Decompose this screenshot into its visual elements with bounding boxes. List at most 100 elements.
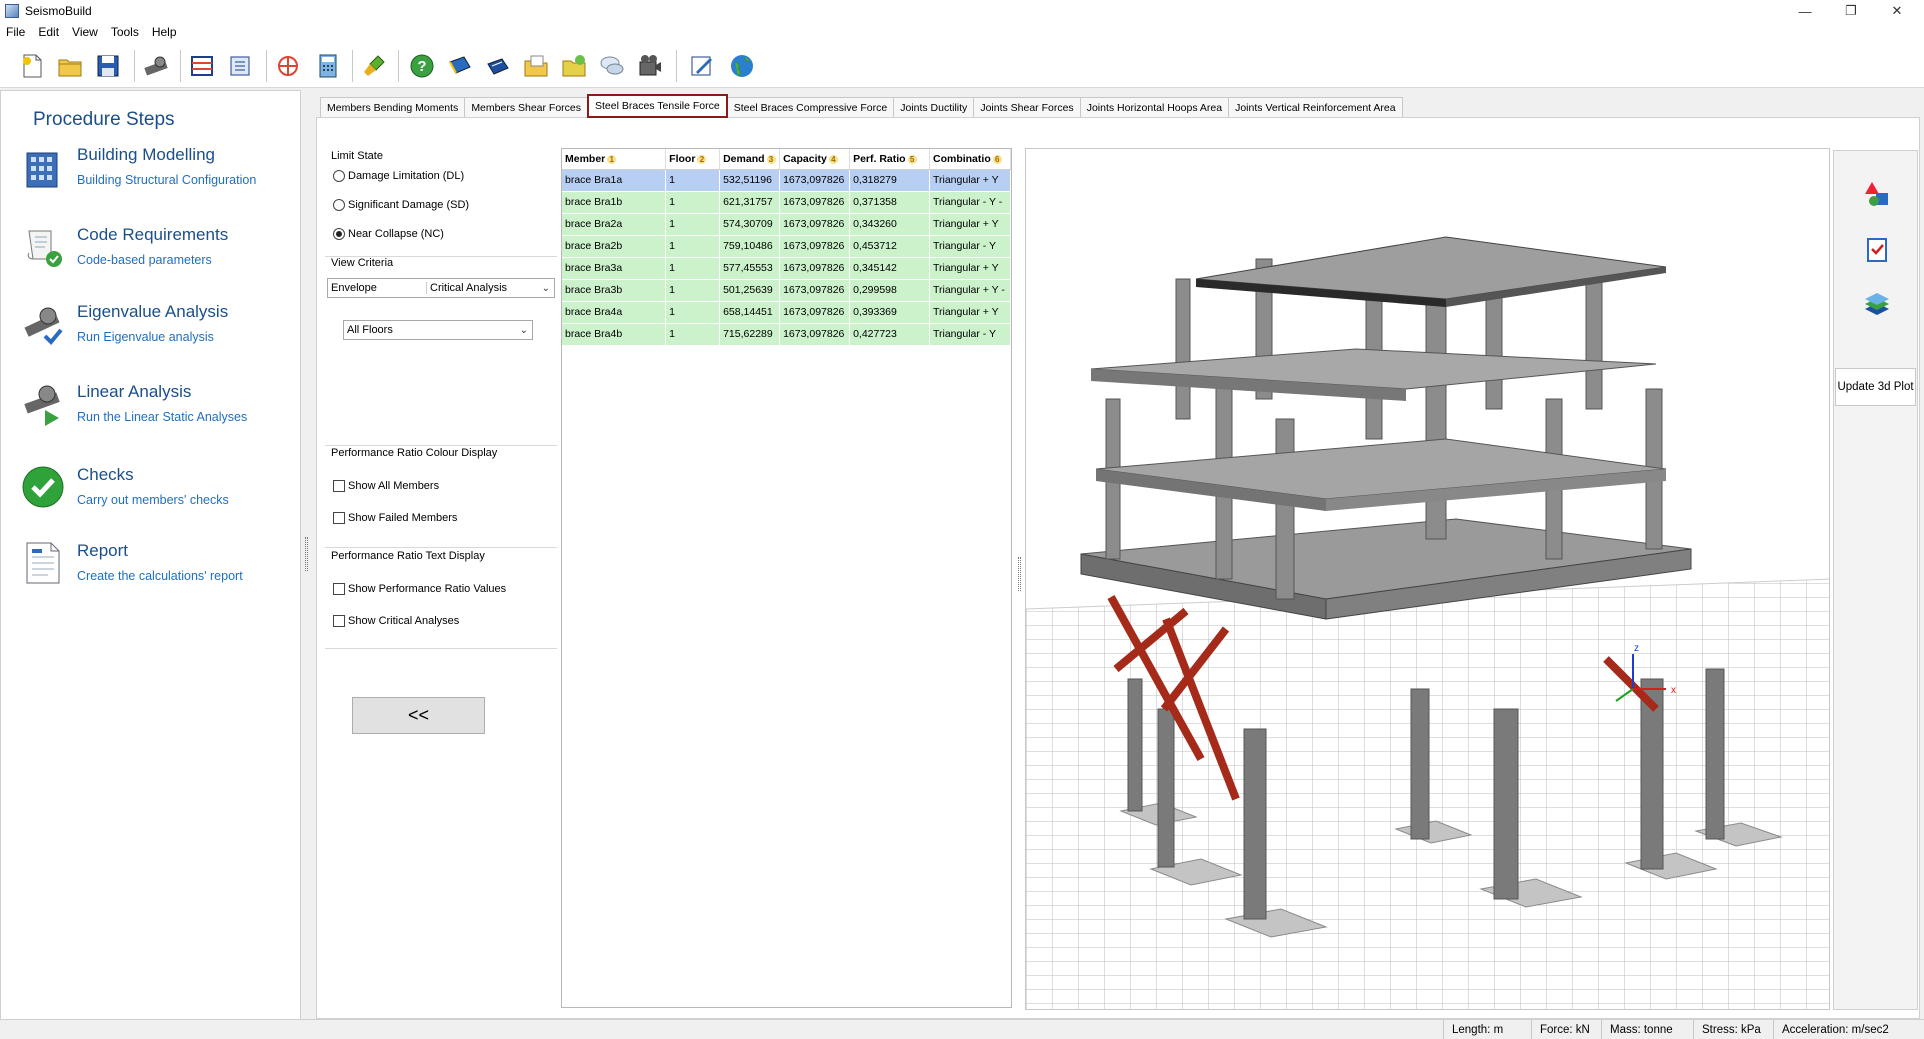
checkbox-show-all-members[interactable]: Show All Members: [333, 480, 439, 492]
cell-member[interactable]: brace Bra1a: [562, 169, 667, 192]
cell-floor[interactable]: 1: [665, 169, 721, 192]
cell-demand[interactable]: 621,31757: [719, 191, 781, 214]
checkbox-box[interactable]: [333, 480, 345, 492]
cell-perf-ratio[interactable]: 0,318279: [849, 169, 930, 192]
tab-members-shear-forces[interactable]: Members Shear Forces: [464, 97, 589, 117]
help-icon[interactable]: ?: [406, 50, 438, 82]
restore-button[interactable]: ❐: [1828, 0, 1874, 22]
view-criteria-combo[interactable]: Envelope Critical Analysis ⌄: [327, 278, 555, 298]
cell-perf-ratio[interactable]: 0,299598: [849, 279, 930, 302]
cell-member[interactable]: brace Bra2a: [562, 213, 667, 236]
cell-floor[interactable]: 1: [665, 279, 721, 302]
cell-perf-ratio[interactable]: 0,343260: [849, 213, 930, 236]
cell-capacity[interactable]: 1673,097826: [779, 323, 851, 346]
cell-perf-ratio[interactable]: 0,393369: [849, 301, 930, 324]
cell-member[interactable]: brace Bra2b: [562, 235, 667, 258]
table-row[interactable]: brace Bra3a 1 577,45553 1673,097826 0,345142…: [562, 257, 1012, 280]
cell-demand[interactable]: 532,51196: [719, 169, 781, 192]
edit-notes-icon[interactable]: [686, 50, 718, 82]
checkbox-box[interactable]: [333, 615, 345, 627]
cell-member[interactable]: brace Bra3b: [562, 279, 667, 302]
cell-combination[interactable]: Triangular - Y: [929, 323, 1012, 346]
menu-edit[interactable]: Edit: [38, 25, 59, 39]
cell-member[interactable]: brace Bra1b: [562, 191, 667, 214]
checkbox-show-critical-analyses[interactable]: Show Critical Analyses: [333, 615, 459, 627]
cell-floor[interactable]: 1: [665, 191, 721, 214]
minimize-button[interactable]: —: [1782, 0, 1828, 22]
examples-icon[interactable]: [558, 50, 590, 82]
checkbox-show-ratio-values[interactable]: Show Performance Ratio Values: [333, 583, 506, 595]
globe-icon[interactable]: [726, 50, 758, 82]
radio-dot[interactable]: [333, 199, 345, 211]
chevron-down-icon[interactable]: ⌄: [520, 325, 528, 336]
cell-member[interactable]: brace Bra4b: [562, 323, 667, 346]
cell-capacity[interactable]: 1673,097826: [779, 191, 851, 214]
book-icon[interactable]: [444, 50, 476, 82]
new-file-icon[interactable]: [16, 50, 48, 82]
tab-members-bending-moments[interactable]: Members Bending Moments: [320, 97, 466, 117]
checklist-icon[interactable]: [1860, 233, 1894, 267]
table-row[interactable]: brace Bra1b 1 621,31757 1673,097826 0,371358…: [562, 191, 1012, 214]
column-header-member[interactable]: Member 1: [562, 149, 667, 170]
center-splitter-grip[interactable]: [1018, 557, 1021, 591]
cell-perf-ratio[interactable]: 0,371358: [849, 191, 930, 214]
cell-floor[interactable]: 1: [665, 323, 721, 346]
table-row[interactable]: brace Bra3b 1 501,25639 1673,097826 0,299598…: [562, 279, 1012, 302]
layers-icon[interactable]: [1860, 287, 1894, 321]
table-row[interactable]: brace Bra1a 1 532,51196 1673,097826 0,318279…: [562, 169, 1012, 192]
left-splitter-grip[interactable]: [305, 537, 308, 571]
column-header-perf-ratio[interactable]: Perf. Ratio 5: [849, 149, 930, 170]
radio-damage-limitation[interactable]: Damage Limitation (DL): [333, 170, 464, 182]
cell-capacity[interactable]: 1673,097826: [779, 279, 851, 302]
menu-view[interactable]: View: [72, 25, 98, 39]
cell-demand[interactable]: 574,30709: [719, 213, 781, 236]
cell-member[interactable]: brace Bra3a: [562, 257, 667, 280]
cell-demand[interactable]: 759,10486: [719, 235, 781, 258]
3d-viewport[interactable]: z x: [1025, 148, 1830, 1010]
tab-joints-shear-forces[interactable]: Joints Shear Forces: [973, 97, 1081, 117]
chevron-down-icon[interactable]: ⌄: [542, 283, 550, 294]
cell-combination[interactable]: Triangular - Y -: [929, 191, 1012, 214]
structure-view-icon[interactable]: [186, 50, 218, 82]
checkbox-show-failed-members[interactable]: Show Failed Members: [333, 512, 457, 524]
video-icon[interactable]: [634, 50, 666, 82]
cell-member[interactable]: brace Bra4a: [562, 301, 667, 324]
cell-floor[interactable]: 1: [665, 257, 721, 280]
cell-floor[interactable]: 1: [665, 235, 721, 258]
step-desc[interactable]: Create the calculations' report: [77, 569, 243, 583]
collapse-options-button[interactable]: <<: [352, 697, 485, 734]
step-linear-analysis[interactable]: Linear Analysis Run the Linear Static An…: [1, 382, 301, 442]
cell-demand[interactable]: 715,62289: [719, 323, 781, 346]
update-3d-plot-button[interactable]: Update 3d Plot: [1835, 368, 1916, 406]
calculator-icon[interactable]: [312, 50, 344, 82]
chat-icon[interactable]: [596, 50, 628, 82]
step-report[interactable]: Report Create the calculations' report: [1, 541, 301, 601]
table-row[interactable]: brace Bra2a 1 574,30709 1673,097826 0,343260…: [562, 213, 1012, 236]
floors-dropdown[interactable]: All Floors ⌄: [343, 320, 533, 340]
radio-dot[interactable]: [333, 228, 345, 240]
table-row[interactable]: brace Bra4b 1 715,62289 1673,097826 0,427723…: [562, 323, 1012, 346]
cell-combination[interactable]: Triangular + Y -: [929, 279, 1012, 302]
manual-icon[interactable]: [482, 50, 514, 82]
cell-combination[interactable]: Triangular + Y: [929, 257, 1012, 280]
radio-near-collapse[interactable]: Near Collapse (NC): [333, 228, 444, 240]
step-desc[interactable]: Run the Linear Static Analyses: [77, 410, 247, 424]
tab-steel-braces-tensile-force[interactable]: Steel Braces Tensile Force: [587, 94, 728, 118]
sections-icon[interactable]: [224, 50, 256, 82]
save-icon[interactable]: [92, 50, 124, 82]
tab-joints-vertical-reinforcement-area[interactable]: Joints Vertical Reinforcement Area: [1228, 97, 1403, 117]
cell-demand[interactable]: 501,25639: [719, 279, 781, 302]
settings-gear-icon[interactable]: [140, 50, 172, 82]
cell-capacity[interactable]: 1673,097826: [779, 169, 851, 192]
step-eigenvalue-analysis[interactable]: Eigenvalue Analysis Run Eigenvalue analy…: [1, 302, 301, 362]
cell-combination[interactable]: Triangular - Y: [929, 235, 1012, 258]
mesh-icon[interactable]: [272, 50, 304, 82]
cell-combination[interactable]: Triangular + Y: [929, 213, 1012, 236]
tab-joints-ductility[interactable]: Joints Ductility: [893, 97, 975, 117]
brush-icon[interactable]: [358, 50, 390, 82]
step-desc[interactable]: Building Structural Configuration: [77, 173, 256, 187]
view-criteria-left[interactable]: Envelope: [331, 282, 427, 294]
cell-floor[interactable]: 1: [665, 213, 721, 236]
tab-joints-horizontal-hoops-area[interactable]: Joints Horizontal Hoops Area: [1079, 97, 1230, 117]
column-header-combination[interactable]: Combinatio 6: [929, 149, 1012, 170]
